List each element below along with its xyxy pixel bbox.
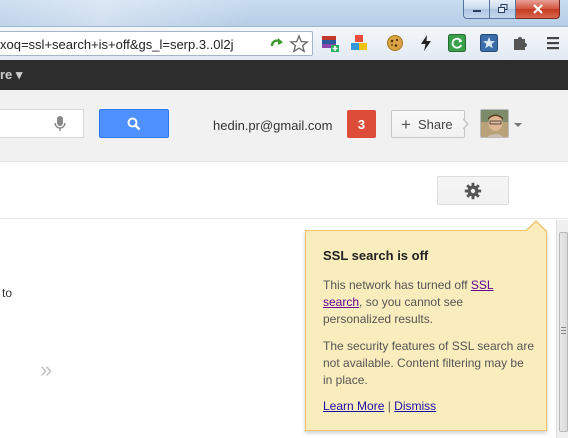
plus-icon: + [401, 114, 411, 134]
extension-cubes[interactable] [349, 33, 369, 53]
browser-toolbar: xoq=ssl+search+is+off&gs_l=serp.3..0l2j [0, 26, 568, 60]
extension-lightning[interactable] [416, 33, 436, 53]
close-window-button[interactable] [516, 0, 560, 19]
refresh-icon [448, 34, 466, 52]
expand-chevron-icon[interactable]: » [40, 357, 52, 383]
ssl-notice-bubble: SSL search is off This network has turne… [305, 230, 547, 431]
chevron-down-icon[interactable] [514, 123, 522, 127]
lightning-icon [421, 35, 431, 51]
cookie-icon [387, 35, 403, 51]
scrollbar-thumb[interactable] [559, 232, 568, 432]
share-label: Share [417, 116, 453, 132]
search-input[interactable] [0, 109, 84, 138]
address-text[interactable]: xoq=ssl+search+is+off&gs_l=serp.3..0l2j [0, 37, 266, 52]
maximize-button[interactable] [490, 0, 516, 19]
more-menu[interactable]: re ▾ [0, 67, 22, 83]
cubes-icon [351, 35, 367, 50]
extension-colorful-stack[interactable] [320, 33, 340, 53]
search-button[interactable] [99, 109, 169, 138]
profile-photo [481, 110, 508, 137]
tools-row [0, 162, 568, 219]
address-bar[interactable]: xoq=ssl+search+is+off&gs_l=serp.3..0l2j [0, 31, 313, 56]
window-controls [463, 0, 560, 20]
learn-more-link[interactable]: Learn More [323, 399, 384, 413]
menu-icon [547, 37, 559, 50]
minimize-icon [472, 10, 481, 12]
dismiss-link[interactable]: Dismiss [394, 399, 436, 413]
minimize-button[interactable] [463, 0, 490, 19]
search-icon [127, 117, 141, 130]
extension-refresh[interactable] [447, 33, 467, 53]
extension-puzzle[interactable] [510, 33, 530, 53]
search-header: hedin.pr@gmail.com 3 + Share [0, 90, 568, 162]
partial-text: to [2, 286, 13, 300]
extension-star-box[interactable] [479, 33, 499, 53]
colorful-stack-icon [322, 36, 339, 52]
bookmark-star-icon[interactable] [289, 34, 309, 54]
gear-icon [464, 182, 482, 199]
star-box-icon [480, 34, 498, 52]
puzzle-icon [514, 37, 527, 50]
microphone-icon[interactable] [53, 115, 67, 133]
close-icon [532, 4, 543, 14]
settings-button[interactable] [437, 176, 509, 205]
google-bar: re ▾ [0, 60, 568, 90]
bubble-actions: Learn More | Dismiss [323, 399, 437, 413]
avatar[interactable] [480, 109, 509, 138]
extension-cookie[interactable] [385, 33, 405, 53]
vertical-scrollbar[interactable] [556, 220, 568, 438]
bubble-title: SSL search is off [323, 248, 429, 263]
bubble-message: This network has turned off SSL search, … [323, 278, 494, 326]
chrome-menu-button[interactable] [543, 33, 563, 53]
account-email[interactable]: hedin.pr@gmail.com [213, 118, 332, 133]
bubble-security-message: The security features of SSL search are … [323, 339, 534, 387]
go-arrow-icon[interactable] [268, 35, 286, 53]
share-button[interactable]: + Share [391, 110, 465, 138]
restore-icon [497, 4, 507, 13]
browser-window: xoq=ssl+search+is+off&gs_l=serp.3..0l2j [0, 0, 568, 438]
notification-count-badge[interactable]: 3 [347, 110, 376, 138]
